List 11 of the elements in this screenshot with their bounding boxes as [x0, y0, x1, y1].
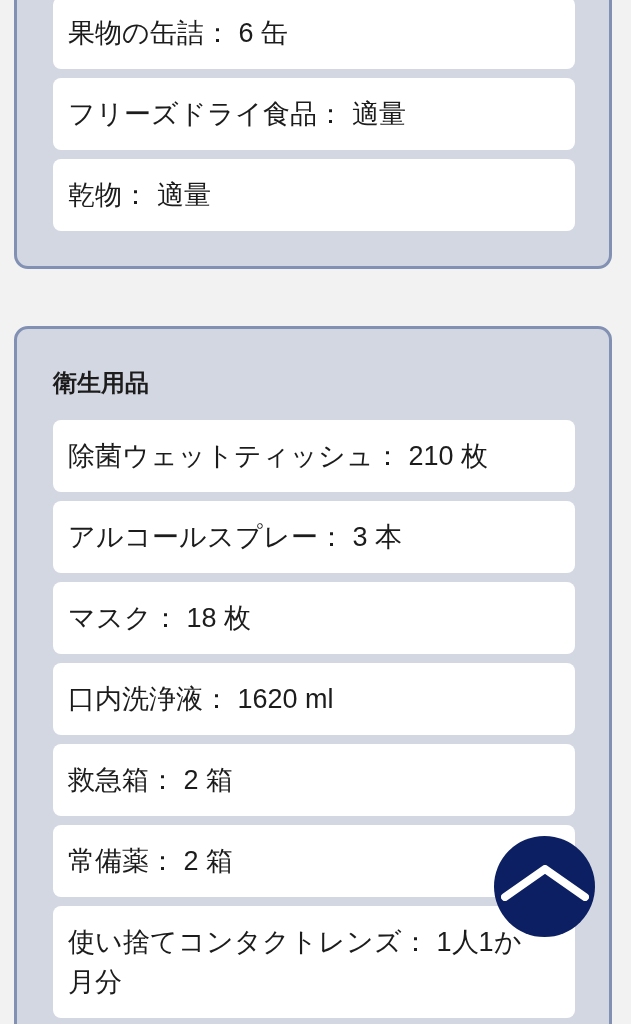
supply-item: 乾物： 適量 — [53, 159, 575, 231]
supply-item: アルコールスプレー： 3 本 — [53, 501, 575, 573]
section-title: 衛生用品 — [53, 368, 150, 398]
supply-item: マスク： 18 枚 — [53, 582, 575, 654]
chevron-up-icon — [500, 864, 589, 901]
supply-item: 果物の缶詰： 6 缶 — [53, 0, 575, 69]
supply-item: フリーズドライ食品： 適量 — [53, 78, 575, 150]
supply-item: 救急箱： 2 箱 — [53, 744, 575, 816]
supply-item: 除菌ウェットティッシュ： 210 枚 — [53, 420, 575, 492]
supply-item: 使い捨てコンタクトレンズ： 1人1か月分 — [53, 906, 575, 1018]
supply-item: 口内洗浄液： 1620 ml — [53, 663, 575, 735]
